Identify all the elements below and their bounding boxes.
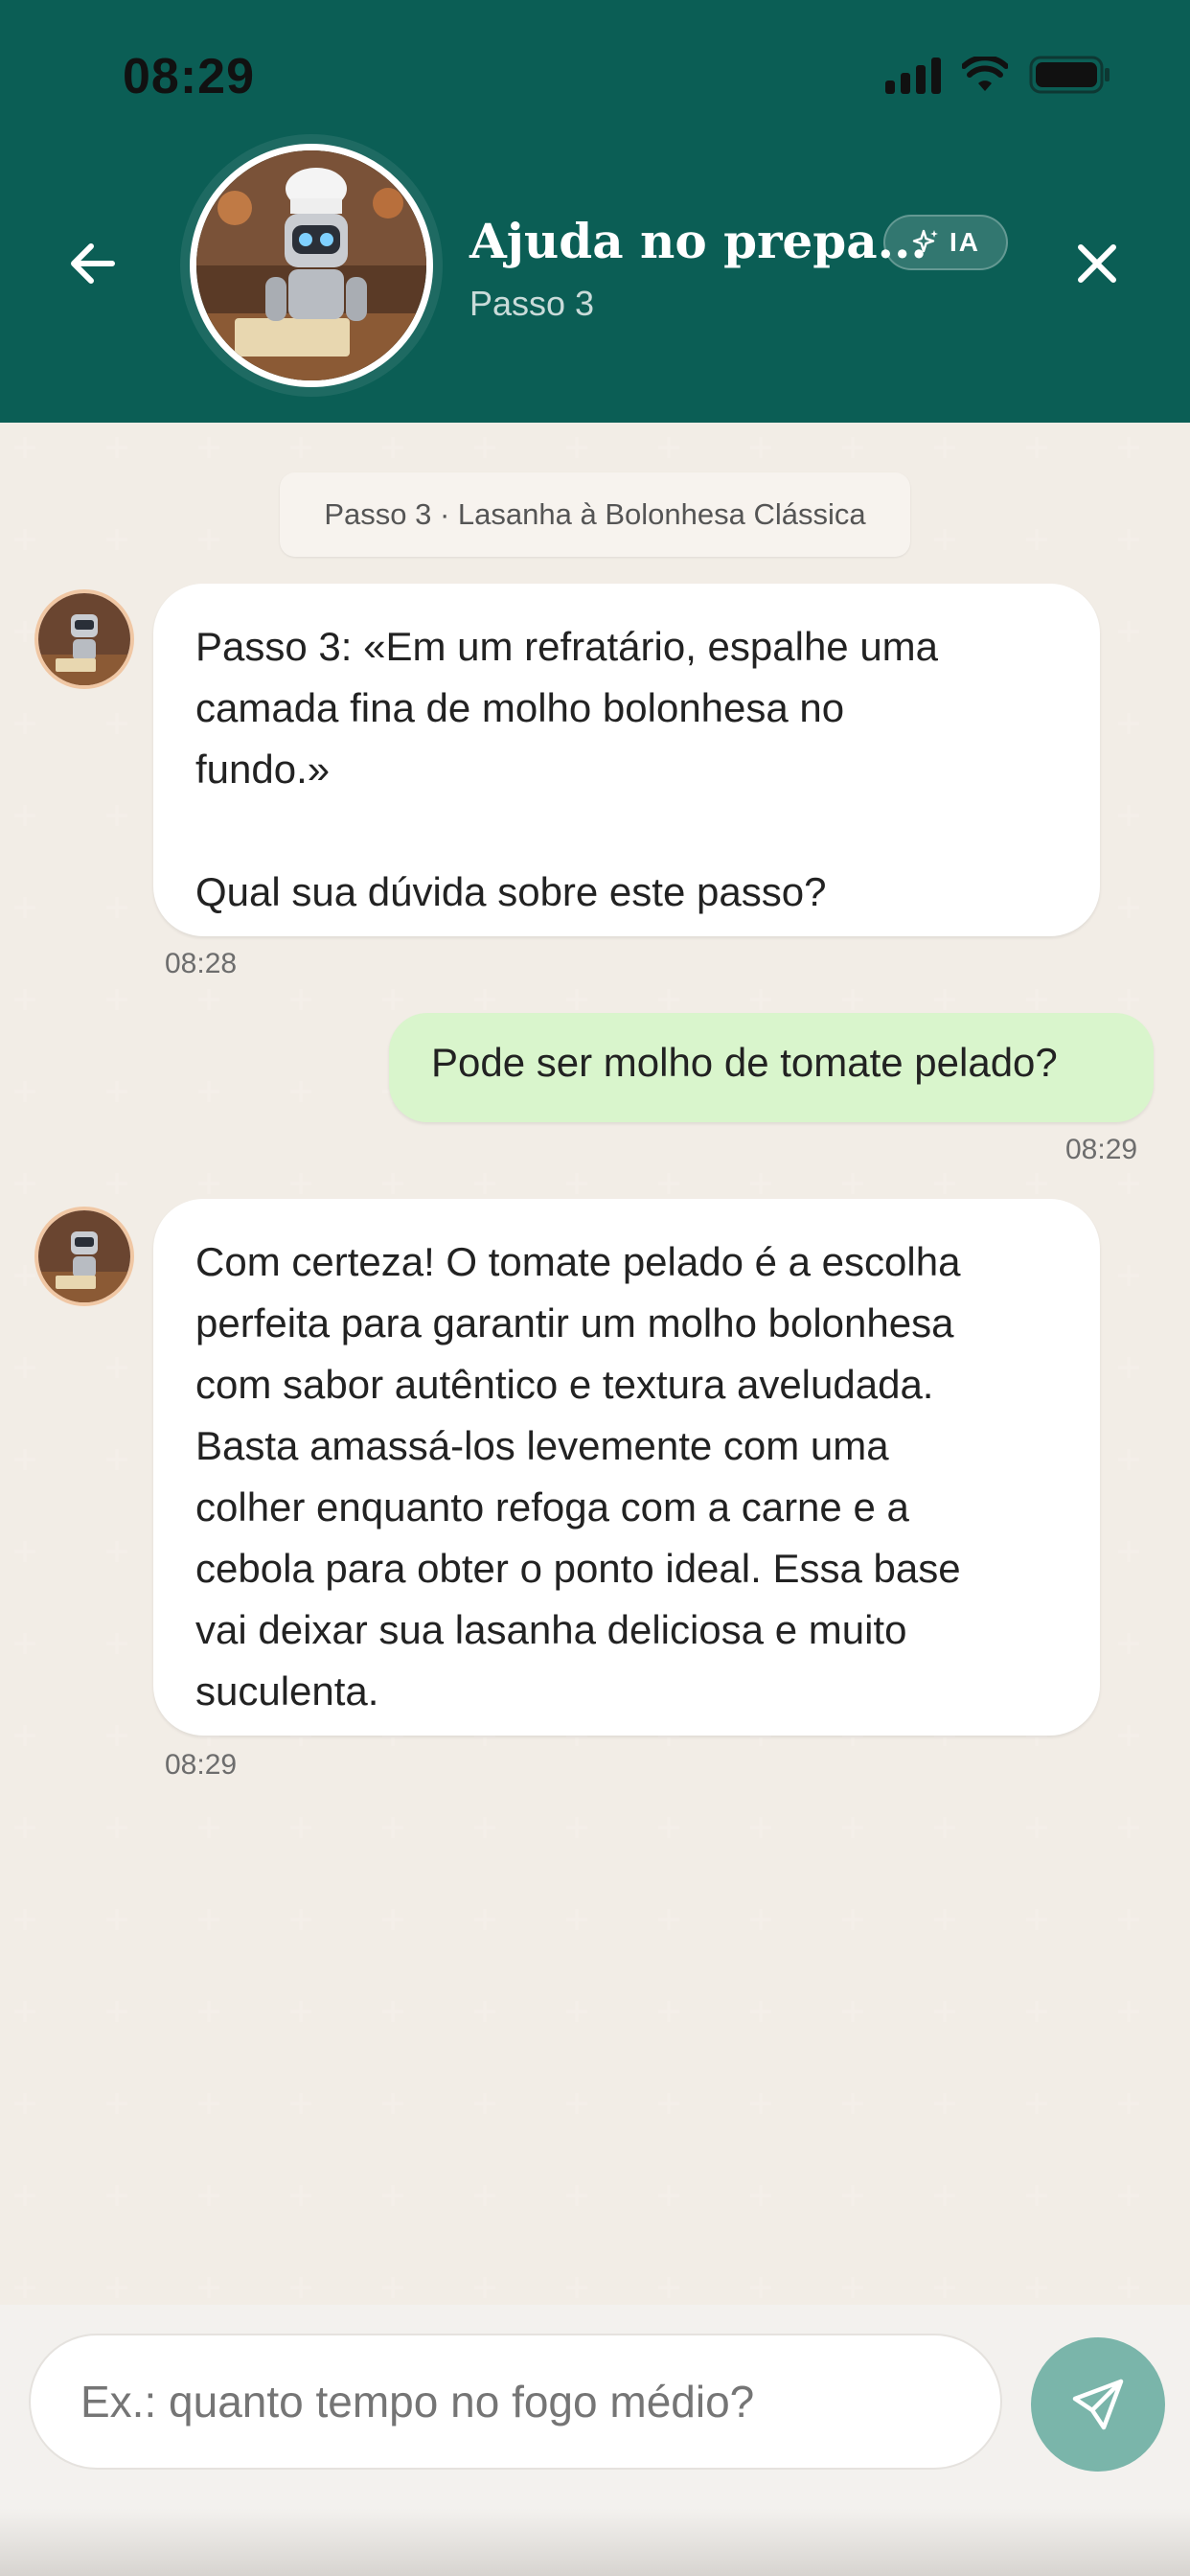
bot-message-bubble: Com certeza! O tomate pelado é a escolha…: [153, 1199, 1100, 1736]
arrow-left-icon: [71, 243, 115, 284]
user-message-bubble: Pode ser molho de tomate pelado?: [389, 1013, 1154, 1122]
sparkle-icon: [912, 229, 938, 253]
message-time: 08:28: [165, 948, 238, 979]
bot-avatar: [34, 589, 134, 689]
close-button[interactable]: [1064, 230, 1131, 297]
chat-title: Ajuda no prepa...: [469, 213, 927, 269]
message-time: 08:29: [1065, 1134, 1138, 1165]
robot-chef-avatar: [190, 144, 433, 387]
message-line-blank: [195, 800, 1058, 862]
status-icons: [885, 56, 1111, 94]
chat-subtitle: Passo 3: [469, 284, 595, 323]
step-chip: Passo 3 · Lasanha à Bolonhesa Clássica: [280, 472, 910, 557]
bot-avatar: [34, 1207, 134, 1306]
message-input[interactable]: [29, 2334, 1002, 2470]
message-line: Basta amassá-los levemente com uma: [195, 1423, 889, 1468]
message-line: perfeita para garantir um molho bolonhes…: [195, 1300, 954, 1346]
send-button[interactable]: [1031, 2337, 1165, 2472]
chat-area[interactable]: Passo 3 · Lasanha à Bolonhesa Clássica P…: [0, 423, 1190, 2305]
message-line: vai deixar sua lasanha deliciosa e muito: [195, 1607, 907, 1652]
message-line: Com certeza! O tomate pelado é a escolha: [195, 1239, 961, 1284]
message-line: cebola para obter o ponto ideal. Essa ba…: [195, 1546, 961, 1591]
close-icon: [1078, 244, 1116, 283]
back-button[interactable]: [59, 230, 126, 297]
ai-badge: IA: [883, 215, 1008, 270]
message-line: com sabor autêntico e textura aveludada.: [195, 1362, 934, 1407]
wifi-icon: [962, 57, 1008, 91]
chat-header: 08:29 Ajuda no prepa... IA Passo 3: [0, 0, 1190, 423]
message-time: 08:29: [165, 1749, 238, 1781]
message-line: Pode ser molho de tomate pelado?: [431, 1040, 1058, 1085]
bot-message-bubble: Passo 3: «Em um refratário, espalhe uma …: [153, 584, 1100, 936]
bottom-shadow: [0, 2509, 1190, 2576]
message-line: camada fina de molho bolonhesa no: [195, 685, 845, 730]
send-icon: [1072, 2379, 1124, 2430]
message-line: Qual sua dúvida sobre este passo?: [195, 869, 827, 914]
message-line: fundo.»: [195, 747, 331, 792]
message-line: Passo 3: «Em um refratário, espalhe uma: [195, 624, 939, 669]
message-line: suculenta.: [195, 1668, 379, 1714]
battery-icon: [1029, 56, 1110, 94]
ai-badge-label: IA: [950, 227, 980, 257]
message-line: colher enquanto refoga com a carne e a: [195, 1484, 909, 1530]
cellular-signal-icon: [885, 56, 941, 94]
status-time: 08:29: [123, 49, 255, 104]
